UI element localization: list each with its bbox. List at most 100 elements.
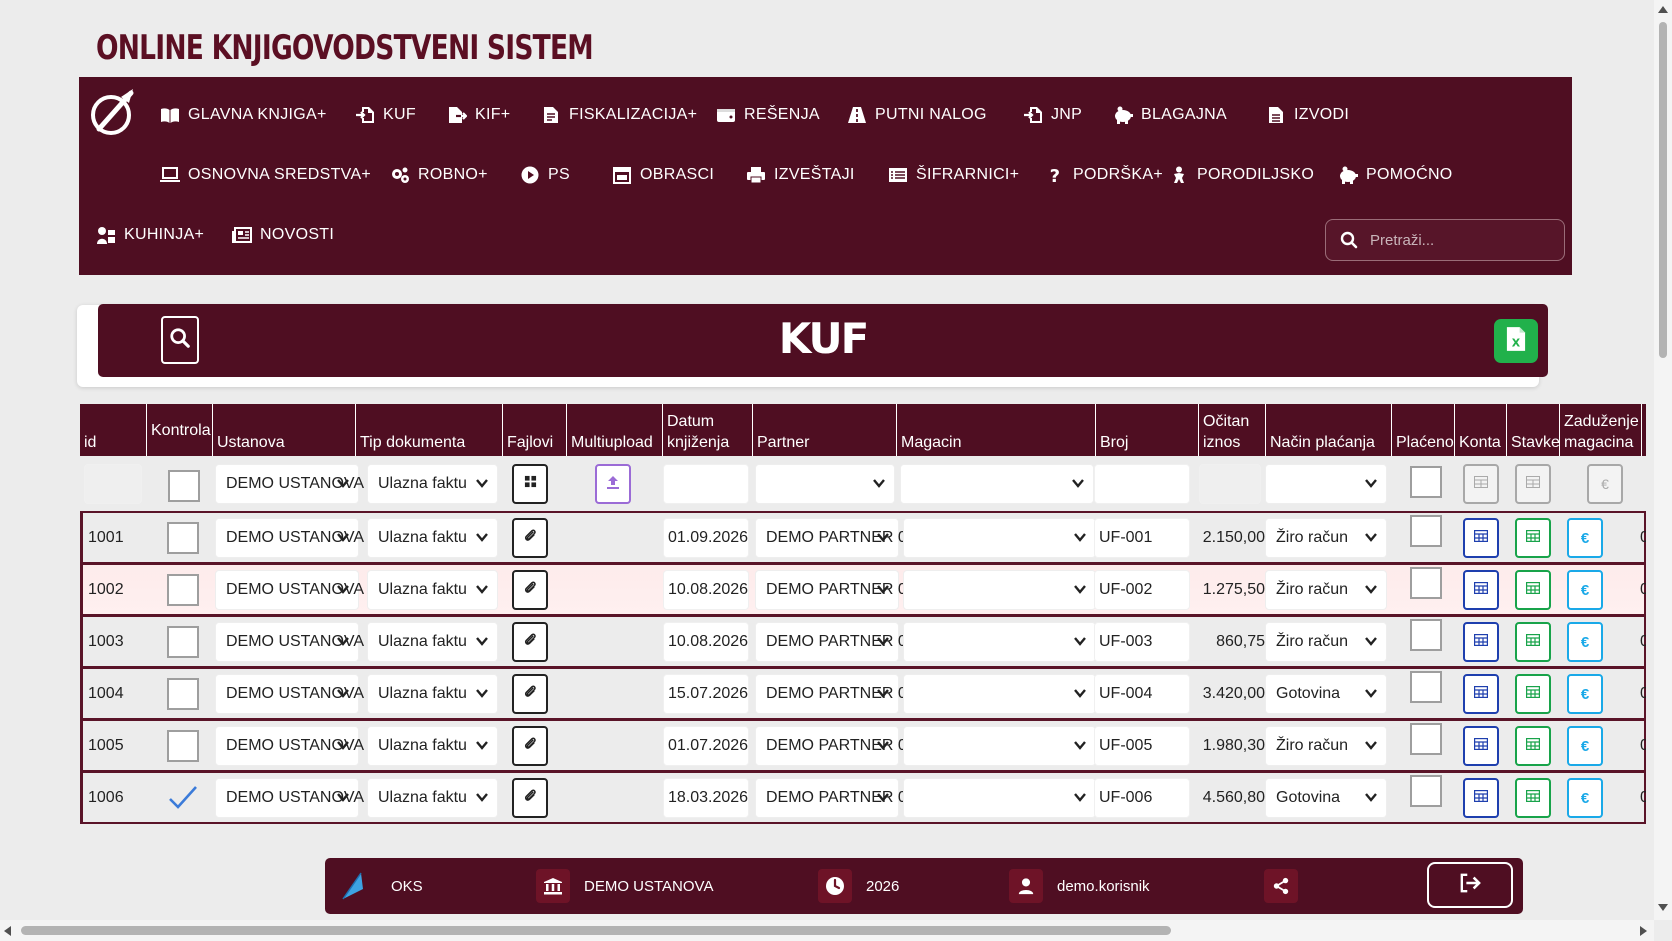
attach-files-button[interactable] [512, 570, 548, 610]
nav-item-kuhinja[interactable]: KUHINJA+ [96, 226, 204, 244]
filter-broj-input[interactable] [1094, 464, 1190, 504]
magacin-select[interactable] [903, 622, 1096, 662]
konta-button[interactable] [1463, 726, 1499, 766]
col-ustanova[interactable]: Ustanova [213, 404, 356, 456]
footer-user[interactable]: demo.korisnik [1009, 858, 1150, 914]
col-ocitan-iznos[interactable]: Očitan iznos [1199, 404, 1266, 456]
magacin-select[interactable] [903, 674, 1096, 714]
filter-magacin-select[interactable] [900, 464, 1094, 504]
zaduzenje-magacina-button[interactable]: € [1567, 570, 1603, 610]
kontrola-checkbox[interactable] [167, 626, 199, 658]
placeno-checkbox[interactable] [1410, 775, 1442, 807]
stavke-button[interactable] [1515, 622, 1551, 662]
col-partner[interactable]: Partner [753, 404, 897, 456]
partner-select[interactable]: DEMO PARTNER 03 [755, 778, 916, 818]
nav-item-resenja[interactable]: REŠENJA [716, 106, 820, 124]
konta-button[interactable] [1463, 622, 1499, 662]
col-extra[interactable]: Dp [1642, 404, 1646, 456]
filter-placeno-checkbox[interactable] [1410, 466, 1442, 498]
datum-knjizenja-input[interactable]: 01.07.2026 [663, 726, 749, 766]
col-stavke[interactable]: Stavke [1507, 404, 1560, 456]
footer-year[interactable]: 2026 [818, 858, 899, 914]
col-nacin-placanja[interactable]: Način plaćanja [1266, 404, 1392, 456]
nav-item-izvestaji[interactable]: IZVEŠTAJI [746, 166, 855, 184]
col-zaduzenje-magacina[interactable]: Zaduženje magacina [1560, 404, 1642, 456]
col-konta[interactable]: Konta [1455, 404, 1507, 456]
konta-button[interactable] [1463, 570, 1499, 610]
datum-knjizenja-input[interactable]: 01.09.2026 [663, 518, 749, 558]
zaduzenje-magacina-button[interactable]: € [1567, 674, 1603, 714]
col-magacin[interactable]: Magacin [897, 404, 1096, 456]
col-datum-knjizenja[interactable]: Datum knjiženja [663, 404, 753, 456]
nav-item-kif[interactable]: KIF+ [447, 106, 510, 124]
table-row[interactable]: 1004 DEMO USTANOVA Ulazna faktu 15.07.2026 D… [80, 667, 1646, 720]
tip-dokumenta-select[interactable]: Ulazna faktu [367, 778, 498, 818]
filter-kontrola-checkbox[interactable] [168, 470, 200, 502]
nav-item-izvodi[interactable]: IZVODI [1266, 106, 1349, 124]
ustanova-select[interactable]: DEMO USTANOVA [215, 518, 364, 558]
filter-iznos-input[interactable] [1199, 464, 1261, 504]
attach-files-button[interactable] [512, 726, 548, 766]
konta-button[interactable] [1463, 778, 1499, 818]
nav-item-ps[interactable]: PS [520, 166, 570, 184]
tip-dokumenta-select[interactable]: Ulazna faktu [367, 518, 498, 558]
export-excel-button[interactable]: X [1494, 319, 1538, 363]
attach-files-button[interactable] [512, 674, 548, 714]
partner-select[interactable]: DEMO PARTNER 01 [755, 518, 916, 558]
kontrola-checkbox[interactable] [167, 730, 199, 762]
col-tip-dokumenta[interactable]: Tip dokumenta [356, 404, 503, 456]
kontrola-checkbox[interactable] [167, 782, 199, 814]
magacin-select[interactable] [903, 518, 1096, 558]
kontrola-checkbox[interactable] [167, 678, 199, 710]
app-logo-icon[interactable] [87, 85, 139, 137]
filter-datum-input[interactable] [663, 464, 749, 504]
col-multiupload[interactable]: Multiupload [567, 404, 663, 456]
filter-id[interactable] [84, 464, 142, 504]
nacin-placanja-select[interactable]: Gotovina [1265, 778, 1387, 818]
vertical-scroll-thumb[interactable] [1659, 22, 1667, 358]
konta-button[interactable] [1463, 674, 1499, 714]
tip-dokumenta-select[interactable]: Ulazna faktu [367, 726, 498, 766]
table-row[interactable]: 1005 DEMO USTANOVA Ulazna faktu 01.07.2026 D… [80, 719, 1646, 772]
filter-files-button[interactable] [512, 464, 548, 504]
placeno-checkbox[interactable] [1410, 723, 1442, 755]
datum-knjizenja-input[interactable]: 10.08.2026 [663, 570, 749, 610]
filter-partner-select[interactable] [755, 464, 895, 504]
placeno-checkbox[interactable] [1410, 619, 1442, 651]
nav-item-pomocno[interactable]: POMOĆNO [1338, 166, 1453, 184]
search-input[interactable] [1368, 230, 1562, 250]
filter-zaduzenje-button[interactable]: € [1587, 464, 1623, 504]
ustanova-select[interactable]: DEMO USTANOVA [215, 778, 364, 818]
nav-item-robno[interactable]: ROBNO+ [390, 166, 488, 184]
filter-ustanova-select[interactable]: DEMO USTANOVA [215, 464, 364, 504]
partner-select[interactable]: DEMO PARTNER 01 [755, 674, 916, 714]
datum-knjizenja-input[interactable]: 18.03.2026 [663, 778, 749, 818]
logout-button[interactable] [1427, 862, 1513, 908]
global-search[interactable] [1325, 219, 1565, 261]
kontrola-checkbox[interactable] [167, 574, 199, 606]
tip-dokumenta-select[interactable]: Ulazna faktu [367, 622, 498, 662]
zaduzenje-magacina-button[interactable]: € [1567, 778, 1603, 818]
horizontal-scroll-thumb[interactable] [21, 926, 1171, 935]
placeno-checkbox[interactable] [1410, 567, 1442, 599]
broj-input[interactable]: UF-001 [1094, 518, 1190, 558]
magacin-select[interactable] [903, 570, 1096, 610]
stavke-button[interactable] [1515, 674, 1551, 714]
nav-item-sifrarnici[interactable]: ŠIFRARNICI+ [888, 166, 1019, 184]
tip-dokumenta-select[interactable]: Ulazna faktu [367, 674, 498, 714]
stavke-button[interactable] [1515, 726, 1551, 766]
nacin-placanja-select[interactable]: Žiro račun [1265, 622, 1387, 662]
table-row[interactable]: 1006 DEMO USTANOVA Ulazna faktu 18.03.2026 D… [80, 771, 1646, 824]
col-kontrola[interactable]: Kontrola [147, 404, 213, 456]
filter-stavke-button[interactable] [1515, 464, 1551, 504]
nacin-placanja-select[interactable]: Gotovina [1265, 674, 1387, 714]
kontrola-checkbox[interactable] [167, 522, 199, 554]
table-row[interactable]: 1001 DEMO USTANOVA Ulazna faktu 01.09.2026 D… [80, 511, 1646, 564]
footer-institution[interactable]: DEMO USTANOVA [536, 858, 713, 914]
broj-input[interactable]: UF-006 [1094, 778, 1190, 818]
nacin-placanja-select[interactable]: Žiro račun [1265, 570, 1387, 610]
attach-files-button[interactable] [512, 622, 548, 662]
broj-input[interactable]: UF-005 [1094, 726, 1190, 766]
col-broj[interactable]: Broj [1096, 404, 1199, 456]
ustanova-select[interactable]: DEMO USTANOVA [215, 726, 364, 766]
